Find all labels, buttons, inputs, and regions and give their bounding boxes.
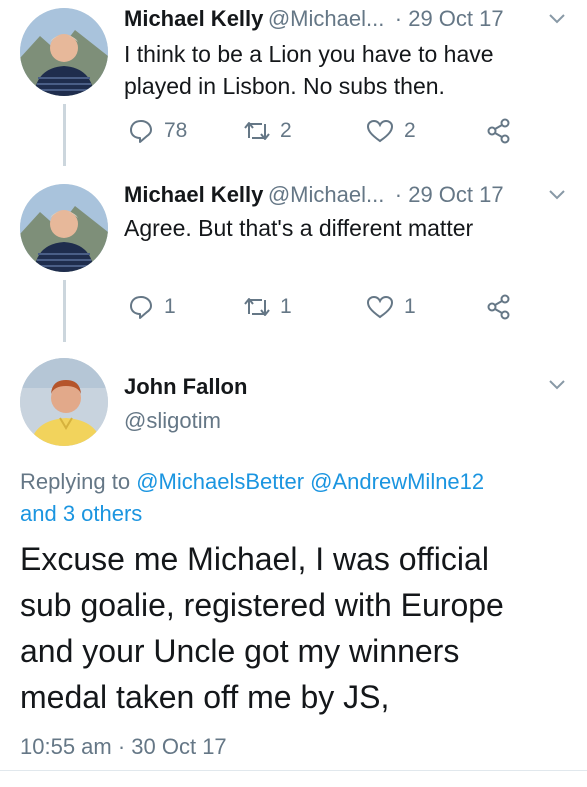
reply-button[interactable]: 78 — [128, 118, 187, 144]
tweet-text-line: Excuse me Michael, I was official — [20, 541, 489, 577]
tweet-date[interactable]: · 29 Oct 17 — [395, 6, 504, 31]
tweet-header: Michael Kelly @Michael... · 29 Oct 17 — [124, 6, 504, 32]
reply-count: 78 — [164, 119, 188, 142]
reply-icon — [130, 120, 152, 143]
avatar-john-fallon[interactable] — [20, 358, 108, 446]
retweet-icon — [244, 122, 270, 140]
mention-link[interactable]: @MichaelsBetter — [136, 469, 304, 494]
tweet-date[interactable]: · 29 Oct 17 — [395, 182, 504, 207]
tweet-text: I think to be a Lion you have to have pl… — [124, 38, 494, 102]
share-button[interactable] — [486, 118, 512, 144]
avatar-michael-kelly[interactable] — [20, 184, 108, 272]
replying-prefix: Replying to — [20, 469, 131, 494]
tweet-text: Excuse me Michael, I was official sub go… — [20, 536, 504, 720]
chevron-down-icon[interactable] — [548, 12, 566, 30]
user-handle[interactable]: @sligotim — [124, 408, 221, 434]
tweet-text-line: played in Lisbon. No subs then. — [124, 73, 445, 99]
tweet-text-line: sub goalie, registered with Europe — [20, 587, 504, 623]
heart-icon — [366, 295, 394, 319]
heart-icon — [366, 119, 394, 143]
reply-icon — [130, 296, 152, 319]
share-icon — [487, 118, 510, 144]
like-count: 1 — [404, 295, 416, 318]
retweet-count: 2 — [280, 119, 292, 142]
tweet-text-line: Agree. But that's a different matter — [124, 215, 474, 241]
tweet-text: Agree. But that's a different matter — [124, 212, 473, 244]
tweet-text-line: and your Uncle got my winners — [20, 633, 460, 669]
tweet-timestamp[interactable]: 10:55 am · 30 Oct 17 — [20, 734, 227, 760]
avatar-michael-kelly[interactable] — [20, 8, 108, 96]
share-icon — [487, 294, 510, 320]
user-handle[interactable]: @Michael... — [268, 182, 384, 207]
user-handle[interactable]: @Michael... — [268, 6, 384, 31]
reply-button[interactable]: 1 — [128, 294, 176, 320]
retweet-button[interactable]: 1 — [242, 294, 292, 320]
tweet-header: Michael Kelly @Michael... · 29 Oct 17 — [124, 182, 504, 208]
others-link[interactable]: and 3 others — [20, 501, 142, 526]
retweet-icon — [244, 298, 270, 316]
retweet-button[interactable]: 2 — [242, 118, 292, 144]
chevron-down-icon[interactable] — [548, 378, 566, 396]
share-button[interactable] — [486, 294, 512, 320]
avatar-image — [20, 184, 108, 272]
reply-count: 1 — [164, 295, 176, 318]
like-button[interactable]: 2 — [366, 118, 416, 144]
thread-line — [63, 280, 66, 342]
chevron-down-icon[interactable] — [548, 188, 566, 206]
replying-to: Replying to @MichaelsBetter @AndrewMilne… — [20, 466, 570, 530]
mention-link[interactable]: @AndrewMilne12 — [310, 469, 484, 494]
user-name[interactable]: Michael Kelly — [124, 6, 263, 31]
user-name[interactable]: John Fallon — [124, 374, 247, 400]
avatar-image — [20, 8, 108, 96]
divider — [0, 770, 587, 771]
tweet-text-line: medal taken off me by JS, — [20, 679, 390, 715]
thread-line — [63, 104, 66, 166]
avatar-image — [20, 358, 108, 446]
like-count: 2 — [404, 119, 416, 142]
tweet-text-line: I think to be a Lion you have to have — [124, 41, 494, 67]
user-name[interactable]: Michael Kelly — [124, 182, 263, 207]
like-button[interactable]: 1 — [366, 294, 416, 320]
retweet-count: 1 — [280, 295, 292, 318]
